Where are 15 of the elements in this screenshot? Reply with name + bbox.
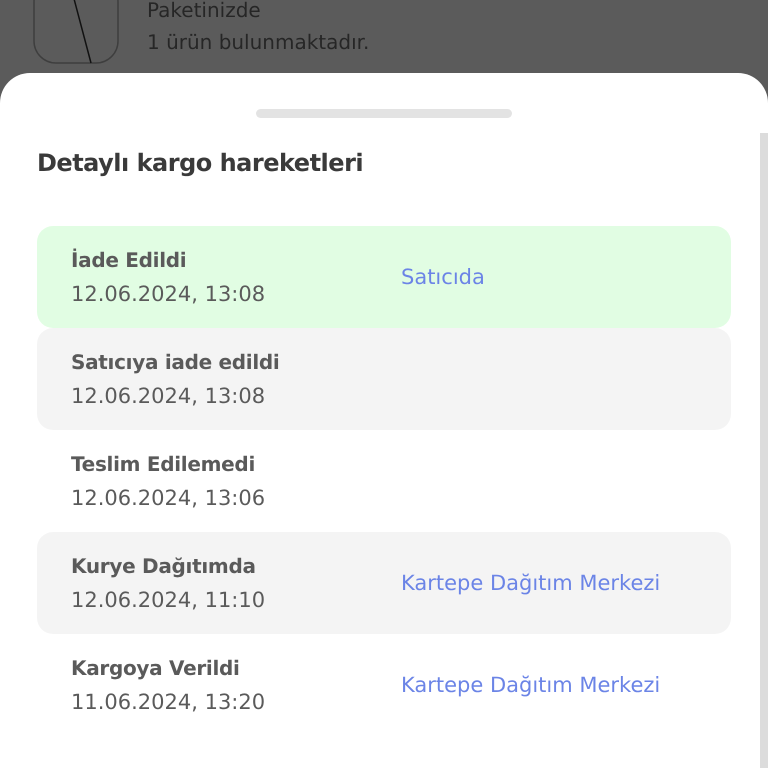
event-datetime: 12.06.2024, 13:08: [71, 383, 266, 410]
event-location: Kartepe Dağıtım Merkezi: [401, 571, 660, 595]
sheet-title: Detaylı kargo hareketleri: [37, 149, 364, 177]
event-datetime: 12.06.2024, 13:08: [71, 281, 266, 308]
event-location: Kartepe Dağıtım Merkezi: [401, 673, 660, 697]
event-datetime: 12.06.2024, 11:10: [71, 587, 266, 614]
event-status: Satıcıya iade edildi: [71, 349, 280, 376]
event-status: Teslim Edilemedi: [71, 451, 256, 478]
event-status: Kurye Dağıtımda: [71, 553, 257, 580]
event-location: Satıcıda: [401, 265, 485, 289]
event-status: Kargoya Verildi: [71, 655, 241, 682]
drag-handle[interactable]: [256, 109, 512, 118]
event-datetime: 11.06.2024, 13:20: [71, 689, 266, 716]
event-status: İade Edildi: [71, 247, 188, 274]
event-datetime: 12.06.2024, 13:06: [71, 485, 266, 512]
